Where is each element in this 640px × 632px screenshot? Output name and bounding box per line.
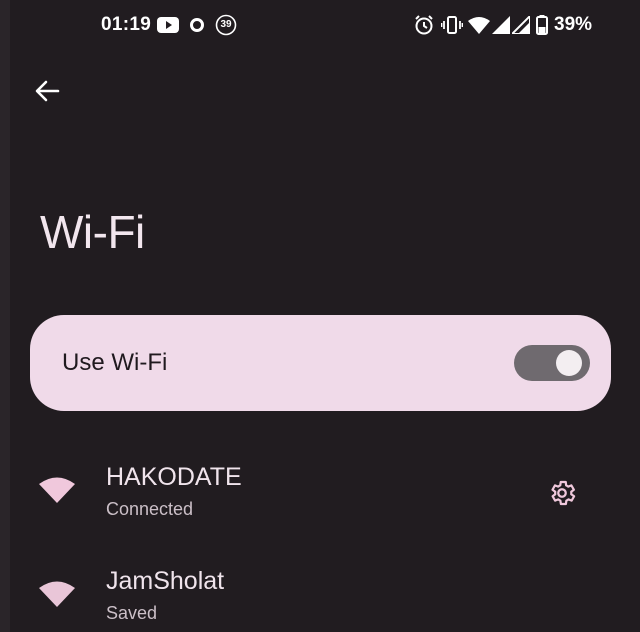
use-wifi-toggle-card[interactable]: Use Wi-Fi <box>30 315 611 411</box>
wifi-settings-screen: 01:19 39 39% Wi-Fi Use Wi-Fi HAKODATE Co… <box>0 0 640 632</box>
count-badge-icon: 39 <box>215 14 237 36</box>
network-name: JamSholat <box>106 567 225 595</box>
circle-notification-icon <box>189 14 205 36</box>
wifi-icon <box>38 475 76 505</box>
network-settings-button[interactable] <box>542 473 582 513</box>
back-button[interactable] <box>26 70 68 112</box>
network-status: Saved <box>106 603 158 623</box>
wifi-signal-icon <box>468 14 490 36</box>
arrow-left-icon <box>35 80 60 102</box>
page-title: Wi-Fi <box>40 206 145 258</box>
wifi-icon <box>38 579 76 609</box>
network-name: HAKODATE <box>106 463 242 491</box>
alarm-icon <box>413 14 435 36</box>
cell-signal-icon <box>492 14 510 36</box>
network-item-jamsholat[interactable]: JamSholat Saved <box>10 567 630 632</box>
count-badge-text: 39 <box>220 19 232 30</box>
battery-icon <box>536 14 548 36</box>
network-status: Connected <box>106 499 194 519</box>
status-time: 01:19 <box>101 14 152 35</box>
cell-signal-icon <box>512 14 530 36</box>
status-bar: 01:19 39 39% <box>0 0 640 50</box>
edge-strip <box>0 0 10 632</box>
battery-percent: 39% <box>554 14 593 35</box>
wifi-switch[interactable] <box>514 345 590 381</box>
switch-thumb <box>556 350 582 376</box>
gear-icon <box>551 480 576 506</box>
youtube-icon <box>157 14 179 36</box>
use-wifi-label: Use Wi-Fi <box>62 349 168 376</box>
network-item-hakodate[interactable]: HAKODATE Connected <box>10 463 630 553</box>
vibrate-icon <box>441 14 463 36</box>
